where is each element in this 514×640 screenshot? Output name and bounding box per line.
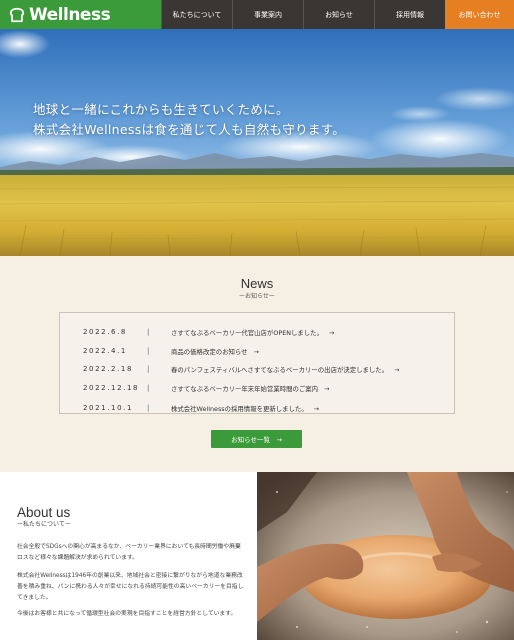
- news-date: 2022.4.1: [83, 347, 127, 355]
- news-separator: |: [147, 365, 150, 373]
- news-date: 2021.10.1: [83, 404, 134, 412]
- about-heading: About us: [17, 505, 71, 520]
- news-list: 2022.6.8 | さすてなぶるベーカリー代官山店がOPENしました。 → 20…: [59, 312, 455, 414]
- news-item[interactable]: 2022.12.18 | さすてなぶるベーカリー年末年始営業時間のご案内 →: [60, 379, 454, 397]
- news-link-text: 商品の価格改定のお知らせ: [171, 347, 248, 356]
- about-paragraph-2: 株式会社Wellnessは1946年の創業以来、地域社会と密接に繋がりながら地道…: [17, 573, 244, 601]
- nav-news[interactable]: お知らせ: [303, 0, 374, 29]
- about-paragraph-3: 今後はお客様と共になって循環型社会の実現を目指すことを経営方針としています。: [17, 611, 237, 617]
- news-more-button[interactable]: お知らせ一覧 →: [211, 430, 302, 448]
- hero-tagline-line2: 株式会社Wellnessは食を通じて人も自然も守ります。: [33, 122, 346, 137]
- site-header: Wellness 私たちについて 事業案内 お知らせ 採用情報 お問い合わせ: [0, 0, 514, 29]
- news-item[interactable]: 2022.2.18 | 春のパンフェスティバルへさすてなぶるベーカリーの出店が決…: [60, 360, 454, 378]
- news-link[interactable]: 春のパンフェスティバルへさすてなぶるベーカリーの出店が決定しました。 →: [171, 365, 399, 374]
- news-date: 2022.6.8: [83, 328, 127, 336]
- hero-tagline: 地球と一緒にこれからも生きていくために。 株式会社Wellnessは食を通じて人…: [33, 100, 345, 140]
- news-link[interactable]: さすてなぶるベーカリー代官山店がOPENしました。 →: [171, 328, 334, 337]
- news-item[interactable]: 2021.10.1 | 株式会社Wellnessの採用情報を更新しました。 →: [60, 399, 454, 413]
- news-separator: |: [147, 404, 150, 412]
- news-link-text: さすてなぶるベーカリー年末年始営業時間のご案内: [171, 384, 319, 393]
- arrow-right-icon: →: [324, 384, 330, 393]
- bread-logo-icon: [9, 7, 25, 22]
- nav-contact-button[interactable]: お問い合わせ: [445, 0, 514, 29]
- news-date: 2022.2.18: [83, 365, 134, 373]
- nav-recruit[interactable]: 採用情報: [374, 0, 445, 29]
- kneading-dough-photo: [257, 472, 514, 640]
- logo-text: Wellness: [29, 4, 111, 25]
- about-paragraph-1: 社会全般でSDGsへの関心が高まるなか、ベーカリー業界においても長時間労働や廃棄…: [17, 544, 241, 561]
- news-link[interactable]: 商品の価格改定のお知らせ →: [171, 347, 259, 356]
- about-subheading: ー私たちについてー: [17, 521, 71, 528]
- arrow-right-icon: →: [394, 365, 400, 374]
- about-section: About us ー私たちについてー 社会全般でSDGsへの関心が高まるなか、ベ…: [0, 472, 257, 640]
- news-date: 2022.12.18: [83, 384, 140, 392]
- nav-business[interactable]: 事業案内: [232, 0, 303, 29]
- site-logo[interactable]: Wellness: [0, 0, 161, 29]
- news-link-text: 春のパンフェスティバルへさすてなぶるベーカリーの出店が決定しました。: [171, 365, 389, 374]
- nav-about[interactable]: 私たちについて: [161, 0, 232, 29]
- news-item[interactable]: 2022.6.8 | さすてなぶるベーカリー代官山店がOPENしました。 →: [60, 323, 454, 341]
- arrow-right-icon: →: [313, 404, 320, 413]
- news-heading: News: [240, 276, 274, 291]
- news-link[interactable]: 株式会社Wellnessの採用情報を更新しました。 →: [171, 404, 319, 413]
- arrow-right-icon: →: [328, 328, 335, 337]
- news-link-text: さすてなぶるベーカリー代官山店がOPENしました。: [171, 328, 323, 337]
- news-separator: |: [147, 384, 150, 392]
- news-link-text: 株式会社Wellnessの採用情報を更新しました。: [171, 404, 308, 413]
- news-separator: |: [147, 347, 150, 355]
- news-separator: |: [147, 328, 150, 336]
- hero-wheat-field-image: [0, 29, 514, 256]
- news-link[interactable]: さすてなぶるベーカリー年末年始営業時間のご案内 →: [171, 384, 329, 393]
- news-subheading: ーお知らせー: [239, 293, 275, 300]
- arrow-right-icon: →: [253, 347, 259, 356]
- hero-tagline-line1: 地球と一緒にこれからも生きていくために。: [33, 102, 289, 117]
- main-nav: 私たちについて 事業案内 お知らせ 採用情報 お問い合わせ: [161, 0, 514, 29]
- hero-section: 地球と一緒にこれからも生きていくために。 株式会社Wellnessは食を通じて人…: [0, 29, 514, 256]
- about-bread-dough-image: [257, 472, 514, 640]
- news-item[interactable]: 2022.4.1 | 商品の価格改定のお知らせ →: [60, 342, 454, 360]
